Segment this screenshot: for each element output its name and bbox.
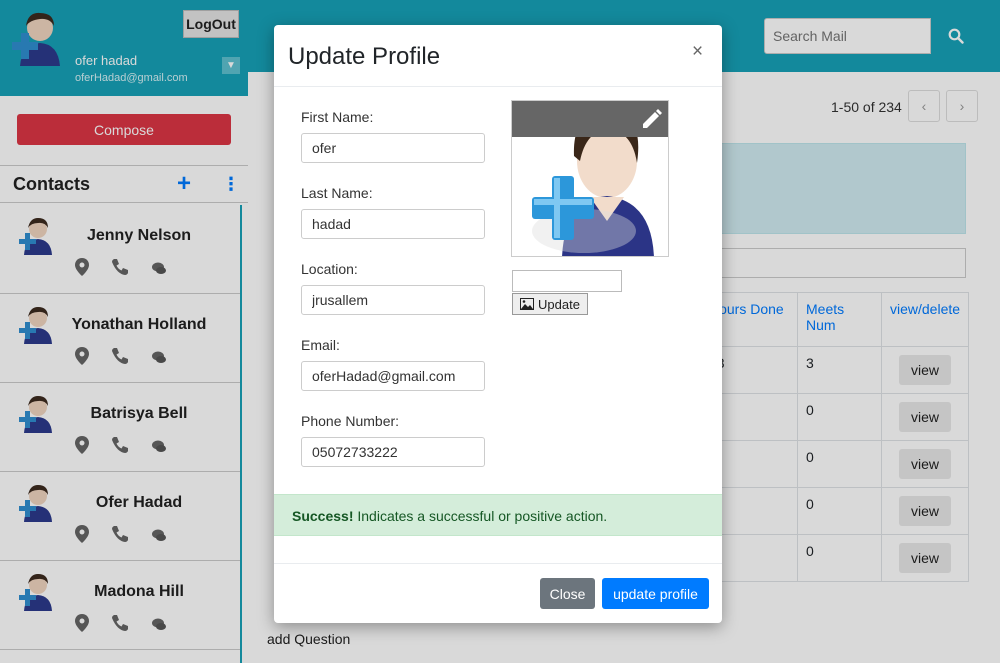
location-field[interactable] <box>301 285 485 315</box>
profile-photo[interactable] <box>511 100 669 257</box>
phone-label: Phone Number: <box>301 413 400 429</box>
photo-toolbar <box>512 101 668 137</box>
divider <box>274 563 722 564</box>
divider <box>274 86 722 87</box>
success-alert: Success! Indicates a successful or posit… <box>274 494 722 536</box>
image-icon <box>520 298 535 310</box>
modal-title: Update Profile <box>288 43 441 70</box>
location-label: Location: <box>301 261 358 277</box>
email-field[interactable] <box>301 361 485 391</box>
first-name-label: First Name: <box>301 109 374 125</box>
last-name-label: Last Name: <box>301 185 373 201</box>
email-label: Email: <box>301 337 340 353</box>
update-profile-button[interactable]: update profile <box>602 578 709 609</box>
last-name-field[interactable] <box>301 209 485 239</box>
upload-label: Update <box>538 296 580 312</box>
upload-button[interactable]: Update <box>512 293 588 315</box>
pencil-icon[interactable] <box>640 107 664 131</box>
update-profile-modal: Update Profile × First Name: Last Name: … <box>274 25 722 623</box>
phone-field[interactable] <box>301 437 485 467</box>
alert-text: Indicates a successful or positive actio… <box>357 508 608 524</box>
file-input[interactable] <box>512 270 622 292</box>
close-icon[interactable]: × <box>692 41 703 63</box>
close-button[interactable]: Close <box>540 578 595 609</box>
first-name-field[interactable] <box>301 133 485 163</box>
alert-strong: Success! <box>292 508 354 524</box>
